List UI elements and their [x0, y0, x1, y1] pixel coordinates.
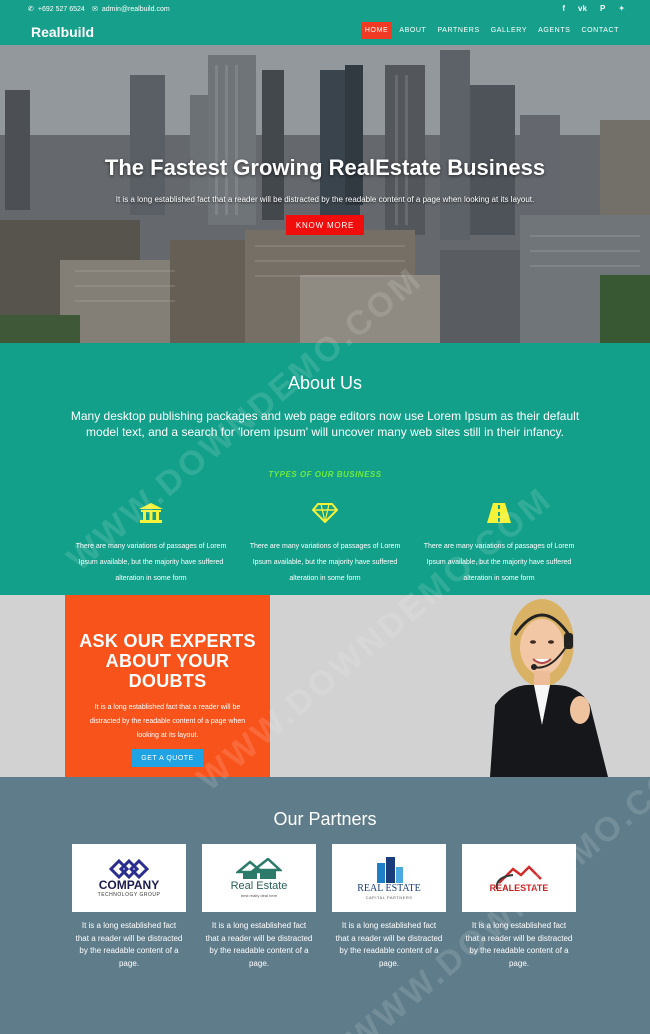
partner-logo[interactable]: REAL ESTATE CAPITAL PARTNERS — [332, 844, 446, 912]
email-address: admin@realbuild.com — [101, 5, 170, 13]
partner-logo-tagline: CAPITAL PARTNERS — [365, 894, 413, 900]
partner-card: REAL ESTATE CAPITAL PARTNERS It is a lon… — [332, 844, 446, 970]
types-of-business-label: TYPES OF OUR BUSINESS — [268, 470, 382, 479]
site-logo[interactable]: Realbuild — [31, 24, 94, 40]
main-navbar: Realbuild HOME ABOUT PARTNERS GALLERY AG… — [0, 19, 650, 45]
pinterest-icon[interactable]: P — [600, 4, 605, 13]
twitter-icon[interactable]: ✦ — [618, 4, 625, 13]
partners-title: Our Partners — [273, 809, 377, 829]
about-section: About Us Many desktop publishing package… — [0, 343, 650, 595]
about-title: About Us — [287, 373, 363, 393]
partner-card: COMPANY TECHNOLOGY GROUP It is a long es… — [72, 844, 186, 970]
partner-logo-tagline: best realty deal here — [240, 893, 278, 898]
get-a-quote-button[interactable]: GET A QUOTE — [132, 749, 203, 767]
hero-banner: The Fastest Growing RealEstate Business … — [0, 45, 650, 343]
feature-item: There are many variations of passages of… — [71, 503, 231, 587]
about-text: Many desktop publishing packages and web… — [70, 409, 580, 439]
partner-text: It is a long established fact that a rea… — [205, 921, 313, 968]
hero-title: The Fastest Growing RealEstate Business — [104, 155, 546, 180]
partner-text: It is a long established fact that a rea… — [75, 921, 183, 968]
partner-logo[interactable]: REALESTATE — [462, 844, 576, 912]
nav-item-gallery[interactable]: GALLERY — [487, 22, 531, 39]
feature-text: There are many variations of passages of… — [249, 543, 401, 582]
facebook-icon[interactable]: f — [562, 4, 565, 13]
envelope-icon: ✉ — [92, 6, 98, 13]
partner-logo[interactable]: COMPANY TECHNOLOGY GROUP — [72, 844, 186, 912]
phone-number: +692 527 6524 — [37, 5, 85, 13]
city-skyline-image — [0, 45, 650, 343]
partner-logo-tagline: TECHNOLOGY GROUP — [97, 891, 161, 898]
road-icon — [419, 503, 579, 525]
nav-menu: HOME ABOUT PARTNERS GALLERY AGENTS CONTA… — [360, 22, 623, 39]
experts-text: It is a long established fact that a rea… — [89, 704, 246, 739]
nav-item-agents[interactable]: AGENTS — [534, 22, 574, 39]
vk-icon[interactable]: vk — [578, 4, 587, 13]
phone-contact[interactable]: ✆ +692 527 6524 — [28, 5, 85, 14]
partner-logo-name: Real Estate — [230, 880, 288, 892]
phone-icon: ✆ — [28, 6, 34, 13]
feature-item: There are many variations of passages of… — [419, 503, 579, 587]
bank-icon — [71, 503, 231, 525]
know-more-button[interactable]: KNOW MORE — [286, 215, 364, 235]
nav-item-about[interactable]: ABOUT — [395, 22, 430, 39]
nav-item-contact[interactable]: CONTACT — [577, 22, 623, 39]
feature-item: There are many variations of passages of… — [245, 503, 405, 587]
diamond-icon — [245, 503, 405, 525]
email-contact[interactable]: ✉ admin@realbuild.com — [92, 5, 170, 14]
feature-text: There are many variations of passages of… — [423, 543, 575, 582]
partner-card: Real Estate best realty deal here It is … — [202, 844, 316, 970]
social-links: f vk P ✦ — [562, 4, 625, 13]
top-bar: ✆ +692 527 6524 ✉ admin@realbuild.com f … — [0, 0, 650, 19]
experts-heading: ASK OUR EXPERTS ABOUT YOUR DOUBTS — [79, 631, 256, 691]
company-logo-icon — [109, 858, 149, 879]
partner-logo[interactable]: Real Estate best realty deal here — [202, 844, 316, 912]
partner-logo-name: COMPANY — [98, 877, 160, 892]
partner-text: It is a long established fact that a rea… — [335, 921, 443, 968]
house-logo-icon — [236, 858, 282, 879]
partner-text: It is a long established fact that a rea… — [465, 921, 573, 968]
hero-subtitle: It is a long established fact that a rea… — [115, 195, 535, 204]
buildings-logo-icon — [377, 856, 403, 883]
experts-section: ASK OUR EXPERTS ABOUT YOUR DOUBTS It is … — [0, 595, 650, 777]
experts-cta-box: ASK OUR EXPERTS ABOUT YOUR DOUBTS It is … — [65, 595, 270, 777]
support-agent-image — [490, 599, 608, 777]
nav-item-partners[interactable]: PARTNERS — [433, 22, 483, 39]
nav-item-home[interactable]: HOME — [360, 22, 393, 39]
partner-logo-name: REALESTATE — [489, 883, 549, 893]
partner-logo-name: REAL ESTATE — [357, 882, 421, 894]
partners-section: Our Partners COMPANY TECHNOLOGY GROUP It… — [0, 777, 650, 1034]
partner-card: REALESTATE It is a long established fact… — [462, 844, 576, 970]
feature-text: There are many variations of passages of… — [75, 543, 227, 582]
